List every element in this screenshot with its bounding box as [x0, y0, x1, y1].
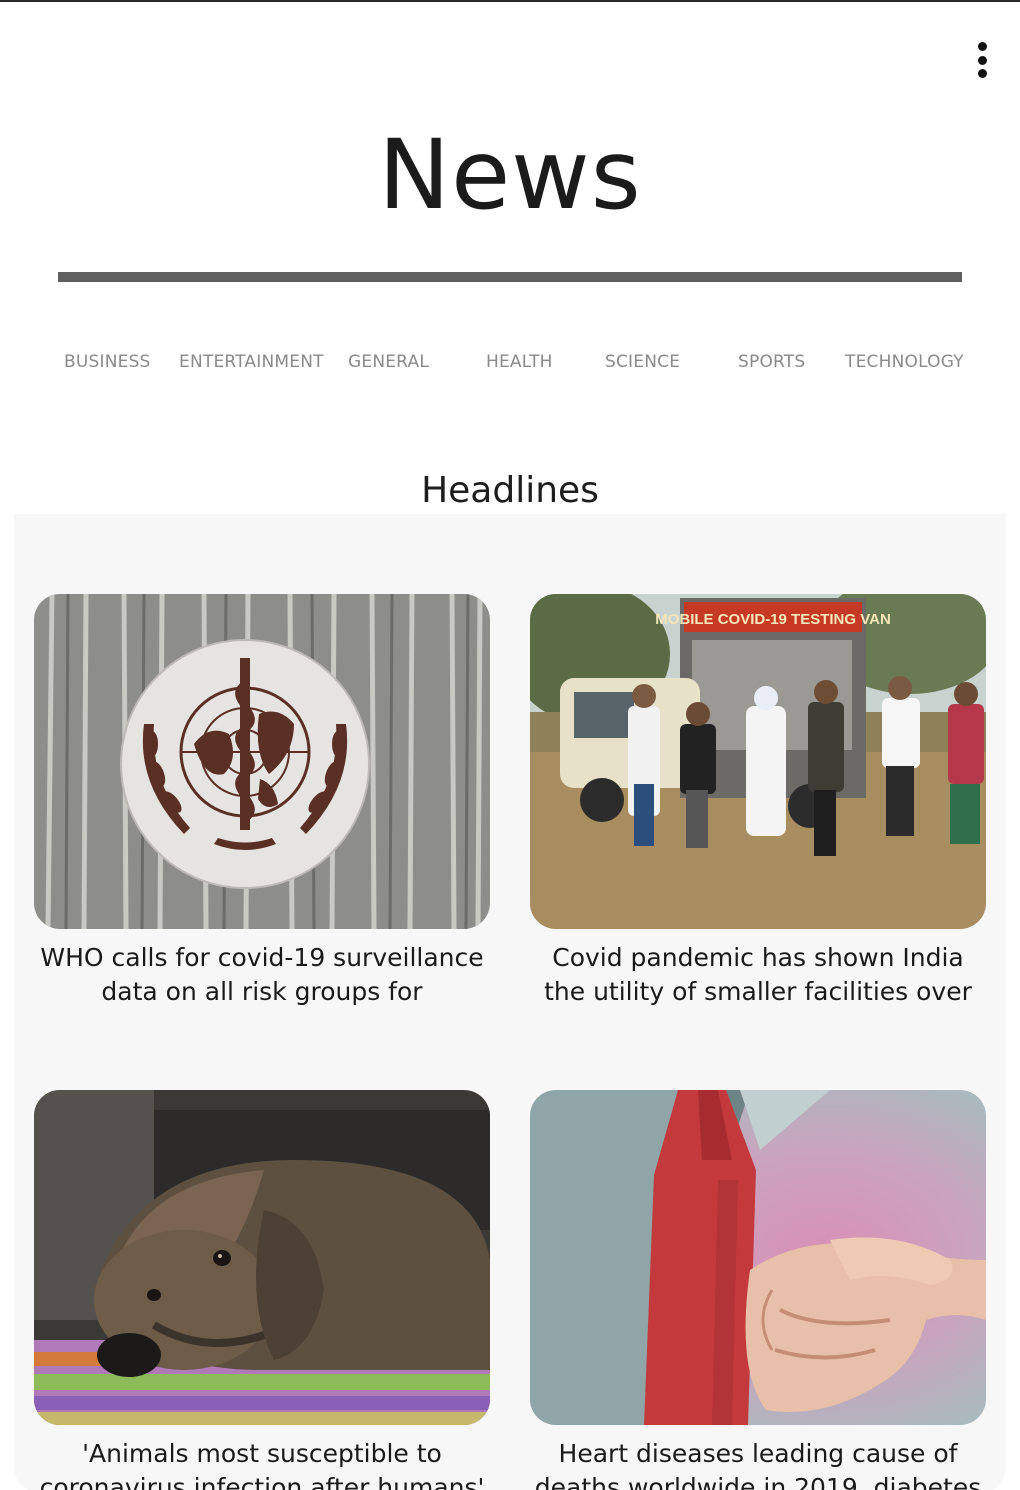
testing-van-image: MOBILE COVID-19 TESTING VAN	[530, 594, 986, 929]
category-entertainment[interactable]: ENTERTAINMENT	[179, 348, 324, 376]
category-sports[interactable]: SPORTS	[738, 348, 805, 376]
menu-dot	[977, 55, 987, 65]
article-title[interactable]: Heart diseases leading cause of deaths w…	[530, 1437, 986, 1490]
menu-dot	[977, 42, 987, 51]
article-title[interactable]: WHO calls for covid-19 surveillance data…	[34, 941, 490, 1009]
headlines-feed[interactable]: WHO calls for covid-19 surveillance data…	[14, 514, 1006, 1490]
menu-dot	[977, 69, 987, 78]
category-nav: BUSINESS ENTERTAINMENT GENERAL HEALTH SC…	[40, 348, 990, 378]
article-title[interactable]: Covid pandemic has shown India the utili…	[530, 941, 986, 1009]
van-sign-text: MOBILE COVID-19 TESTING VAN	[655, 611, 891, 628]
category-science[interactable]: SCIENCE	[605, 348, 680, 376]
article-card[interactable]: 'Animals most susceptible to coronavirus…	[34, 1090, 490, 1490]
category-health[interactable]: HEALTH	[486, 348, 553, 376]
app-title: News	[378, 119, 642, 231]
more-vertical-icon[interactable]	[974, 42, 990, 78]
dog-image	[34, 1090, 490, 1425]
section-title: Headlines	[421, 469, 599, 511]
article-card[interactable]: Heart diseases leading cause of deaths w…	[530, 1090, 986, 1490]
category-general[interactable]: GENERAL	[348, 348, 429, 376]
article-card[interactable]: MOBILE COVID-19 TESTING VAN Covid pandem…	[530, 594, 986, 1009]
category-technology[interactable]: TECHNOLOGY	[845, 348, 964, 376]
title-divider	[58, 272, 962, 282]
category-business[interactable]: BUSINESS	[64, 348, 151, 376]
app-frame: News BUSINESS ENTERTAINMENT GENERAL HEAL…	[0, 0, 1020, 1490]
article-card[interactable]: WHO calls for covid-19 surveillance data…	[34, 594, 490, 1009]
heart-pain-image	[530, 1090, 986, 1425]
article-title[interactable]: 'Animals most susceptible to coronavirus…	[34, 1437, 490, 1490]
who-emblem-image	[34, 594, 490, 929]
